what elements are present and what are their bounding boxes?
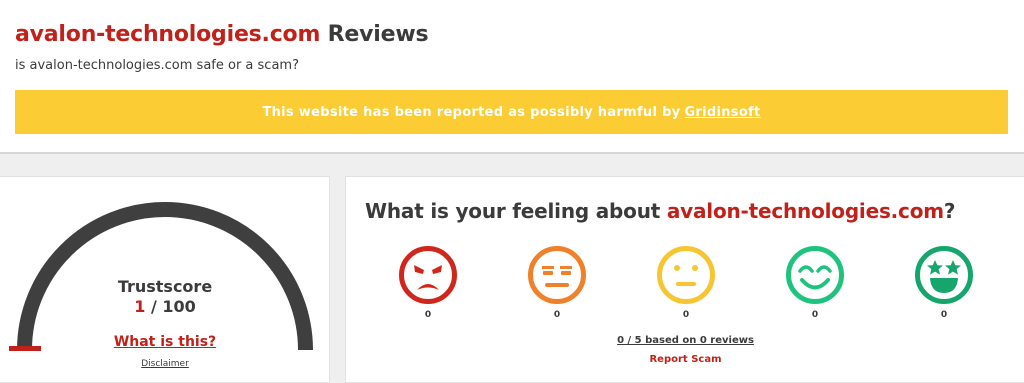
trustscore-value: 1 / 100 bbox=[0, 297, 330, 316]
feeling-title-suffix: ? bbox=[943, 199, 956, 223]
warning-banner-text: This website has been reported as possib… bbox=[262, 104, 681, 120]
angry-count: 0 bbox=[424, 310, 432, 320]
page-title-domain: avalon-technologies.com bbox=[15, 22, 321, 47]
reviews-summary-link[interactable]: 0 / 5 based on 0 reviews bbox=[346, 335, 1024, 346]
smiling-count: 0 bbox=[811, 310, 819, 320]
angry-face-icon[interactable] bbox=[398, 245, 458, 305]
feeling-title: What is your feeling about avalon-techno… bbox=[365, 199, 956, 223]
page-subtitle: is avalon-technologies.com safe or a sca… bbox=[15, 58, 299, 73]
star-struck-count: 0 bbox=[940, 310, 948, 320]
feeling-title-domain: avalon-technologies.com bbox=[666, 199, 944, 223]
page-title: avalon-technologies.com Reviews bbox=[15, 22, 429, 47]
gridinsoft-link[interactable]: Gridinsoft bbox=[684, 105, 760, 120]
unamused-count: 0 bbox=[553, 310, 561, 320]
feeling-title-prefix: What is your feeling about bbox=[365, 199, 667, 223]
what-is-this-link[interactable]: What is this? bbox=[0, 334, 330, 350]
unamused-face-icon[interactable] bbox=[527, 245, 587, 305]
page-header: avalon-technologies.com Reviews is avalo… bbox=[0, 0, 1024, 152]
trustscore-number: 1 bbox=[134, 297, 146, 316]
neutral-face-icon[interactable] bbox=[656, 245, 716, 305]
disclaimer-link[interactable]: Disclaimer bbox=[0, 359, 330, 369]
trustscore-label: Trustscore bbox=[117, 277, 213, 296]
feeling-card: What is your feeling about avalon-techno… bbox=[345, 176, 1024, 383]
warning-banner: This website has been reported as possib… bbox=[15, 90, 1008, 134]
report-scam-button[interactable]: Report Scam bbox=[346, 354, 1024, 365]
smiling-face-icon[interactable] bbox=[785, 245, 845, 305]
page-title-suffix: Reviews bbox=[320, 22, 429, 47]
trustscore-card: Trustscore 1 / 100 What is this? Disclai… bbox=[0, 176, 330, 383]
star-struck-face-icon[interactable] bbox=[914, 245, 974, 305]
trustscore-max: / 100 bbox=[145, 297, 196, 316]
neutral-count: 0 bbox=[682, 310, 690, 320]
